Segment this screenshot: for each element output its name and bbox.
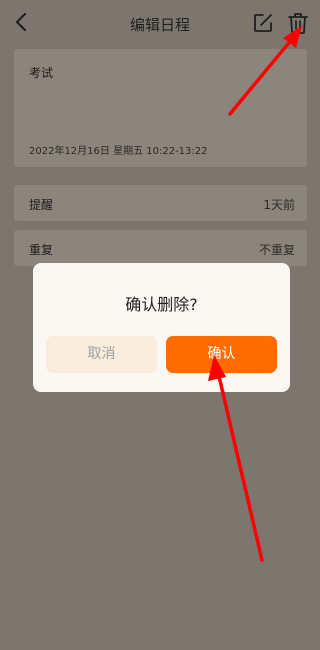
repeat-row[interactable]: 重复 不重复 — [14, 230, 307, 266]
confirm-button[interactable]: 确认 — [166, 336, 277, 373]
cancel-button[interactable]: 取消 — [46, 336, 157, 373]
dialog-message: 确认删除? — [125, 295, 198, 314]
edit-icon[interactable] — [252, 12, 274, 34]
confirm-delete-dialog: 确认删除? 取消 确认 — [33, 263, 290, 392]
trash-icon[interactable] — [287, 11, 309, 35]
reminder-row[interactable]: 提醒 1天前 — [14, 185, 307, 221]
repeat-value: 不重复 — [258, 243, 295, 257]
event-time: 2022年12月16日 星期五 10:22-13:22 — [29, 146, 208, 157]
event-title: 考试 — [29, 66, 54, 80]
top-bar: 编辑日程 — [0, 0, 320, 46]
reminder-value: 1天前 — [263, 198, 295, 212]
event-card[interactable]: 考试 2022年12月16日 星期五 10:22-13:22 — [14, 49, 307, 167]
reminder-label: 提醒 — [29, 198, 54, 212]
repeat-label: 重复 — [29, 243, 54, 257]
